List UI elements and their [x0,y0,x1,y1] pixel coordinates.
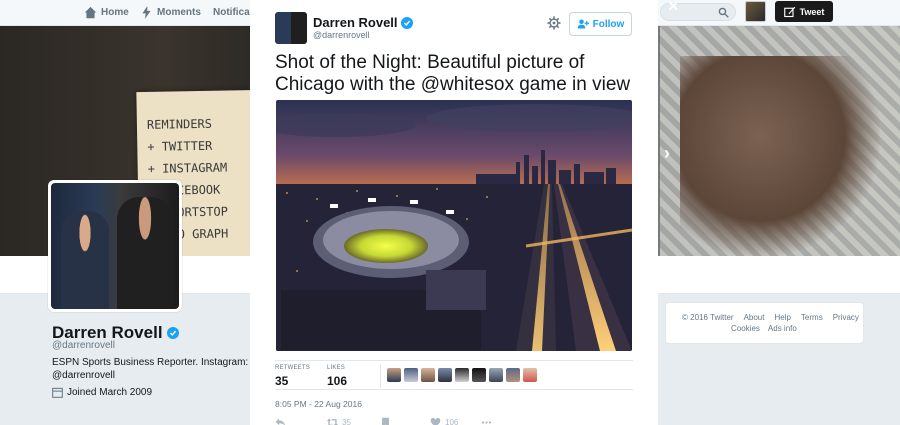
retweet-count: 35 [342,418,351,425]
verified-badge-icon [400,16,413,29]
tweet-author-avatar[interactable] [275,12,307,44]
footer-link-ads-info[interactable]: Ads info [768,324,797,333]
lightning-icon [142,5,151,19]
nav-home[interactable]: Home [84,0,129,24]
tweet-modal: Darren Rovell @darrenrovell Follow Shot … [250,0,658,425]
likes-label: LIKES [327,365,346,371]
tweet-author-name-text: Darren Rovell [313,15,398,30]
liker-avatar[interactable] [506,368,520,382]
tweet-author-handle[interactable]: @darrenrovell [313,30,370,40]
likes-stat[interactable]: LIKES 106 [327,365,347,388]
quill-icon [783,6,795,17]
liker-avatar[interactable] [455,368,469,382]
footer-link-cookies[interactable]: Cookies [731,324,760,333]
footer-row: Cookies Ads info [731,324,797,333]
tweet-stats: RETWEETS 35 LIKES 106 [275,360,633,390]
stats-divider [380,364,381,388]
liker-avatar[interactable] [472,368,486,382]
footer-links-box: © 2016 Twitter About Help Terms Privacy … [665,302,864,344]
liker-avatar[interactable] [438,368,452,382]
nav-notifications-label: Notifications [213,6,250,18]
tweet-text: Shot of the Night: Beautiful picture of … [275,52,631,95]
likes-count: 106 [327,374,348,388]
home-icon [84,6,97,18]
tweet-author-name[interactable]: Darren Rovell [313,15,413,30]
profile-joined: Joined March 2009 [52,387,152,398]
footer-link-help[interactable]: Help [774,313,790,322]
gear-icon[interactable] [547,16,561,30]
nav-home-label: Home [101,6,129,18]
retweet-icon [327,418,338,425]
liker-avatar[interactable] [404,368,418,382]
chicago-skyline-photo [276,100,632,351]
avatar-person-left [61,211,109,309]
footer-link-terms[interactable]: Terms [801,313,823,322]
footer-row: © 2016 Twitter About Help Terms Privacy [682,313,859,322]
liker-avatar[interactable] [489,368,503,382]
nav-notifications[interactable]: Notifications [209,0,250,24]
note-line: + TWITTER [147,138,213,154]
avatar-photo [51,183,179,309]
avatar-person-right [117,197,173,309]
profile-handle[interactable]: @darrenrovell [52,340,115,351]
reply-icon [275,418,285,425]
follow-button-label: Follow [592,18,625,30]
heart-icon [430,418,441,425]
retweet-button[interactable]: 35 [327,417,351,425]
close-icon[interactable]: × [668,0,679,17]
tweet-button[interactable]: Tweet [775,1,833,22]
note-line: + INSTAGRAM [147,160,228,176]
bookmark-button[interactable] [380,417,391,425]
profile-joined-text: Joined March 2009 [67,387,153,398]
footer-link-about[interactable]: About [744,313,765,322]
footer-link-privacy[interactable]: Privacy [833,313,859,322]
follow-button[interactable]: Follow [569,12,632,36]
like-button[interactable]: 106 [430,417,458,425]
retweets-label: RETWEETS [275,365,310,371]
calendar-icon [52,387,63,398]
footer-copyright: © 2016 Twitter [682,313,734,322]
retweets-stat[interactable]: RETWEETS 35 [275,365,310,388]
bookmark-icon [382,417,389,425]
add-user-icon [577,19,589,29]
liker-avatar[interactable] [387,368,401,382]
verified-badge-icon [166,327,179,339]
banner-face [680,56,880,256]
tweet-photo[interactable] [276,100,632,351]
like-count: 106 [445,418,459,425]
chevron-right-icon[interactable]: › [664,143,670,164]
nav-moments[interactable]: Moments [140,0,201,24]
liker-avatar[interactable] [421,368,435,382]
profile-avatar[interactable] [48,180,182,312]
more-button[interactable] [481,417,492,425]
more-icon [481,421,492,424]
tweet-timestamp[interactable]: 8:05 PM - 22 Aug 2016 [275,399,362,409]
liker-avatars [387,368,537,382]
retweets-count: 35 [275,374,289,388]
search-icon [718,7,729,18]
tweet-button-label: Tweet [799,6,825,17]
reply-button[interactable] [275,417,286,425]
tweet-actions: 35 106 [275,417,575,425]
nav-moments-label: Moments [157,6,201,18]
liker-avatar[interactable] [523,368,537,382]
note-line: REMINDERS [146,116,213,132]
profile-bio: ESPN Sports Business Reporter. Instagram… [52,357,249,381]
nav-avatar[interactable] [745,1,766,22]
